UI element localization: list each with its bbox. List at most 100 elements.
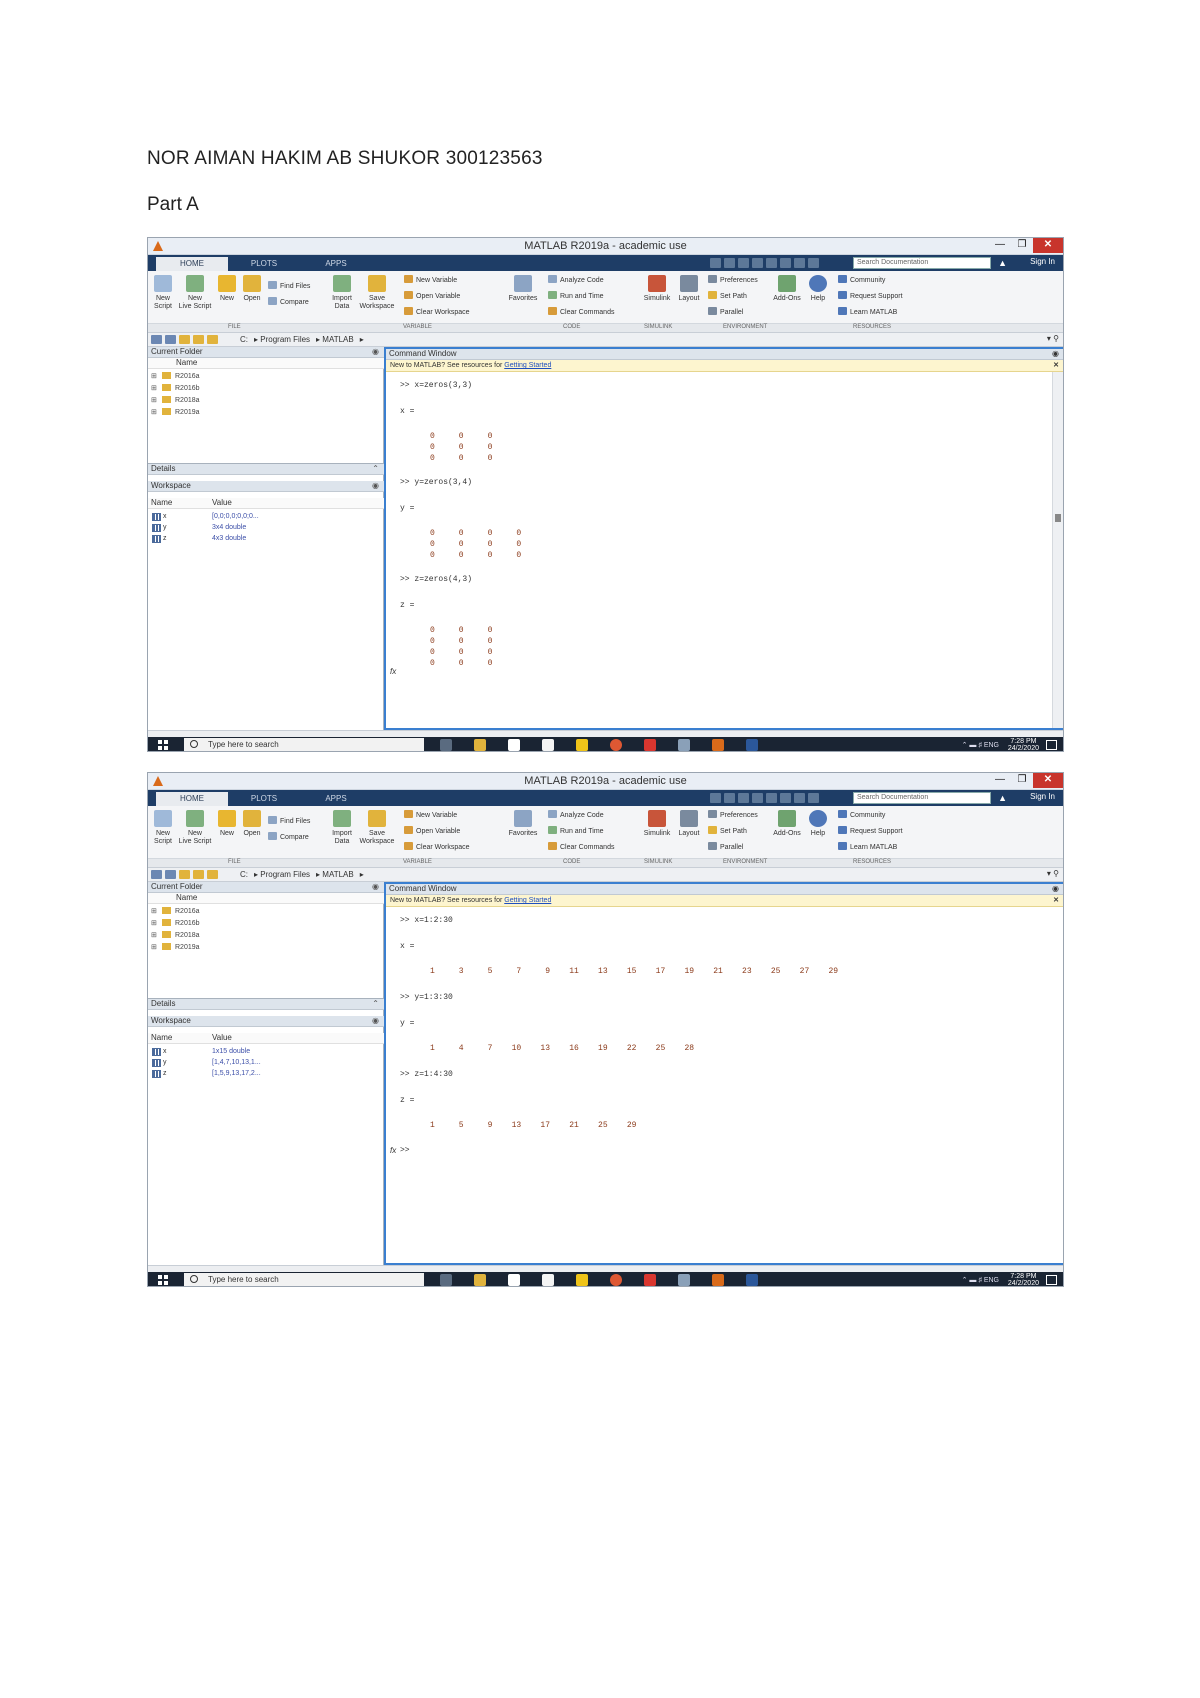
import-data-button[interactable]: Import Data xyxy=(330,810,354,846)
community-button[interactable]: Community xyxy=(838,810,885,820)
value-column-header[interactable]: Value xyxy=(212,498,232,508)
layout-button[interactable]: Layout xyxy=(676,275,702,303)
run-and-time-button[interactable]: Run and Time xyxy=(548,826,604,836)
chrome-icon[interactable] xyxy=(610,1274,622,1286)
notification-center-icon[interactable] xyxy=(1046,740,1057,750)
photos-icon[interactable] xyxy=(678,739,690,751)
set-path-button[interactable]: Set Path xyxy=(708,291,747,301)
close-infobar-icon[interactable]: ✕ xyxy=(1053,895,1059,906)
up-folder-icon[interactable] xyxy=(179,335,190,344)
switch-windows-icon[interactable] xyxy=(794,258,805,268)
clear-workspace-button[interactable]: Clear Workspace xyxy=(404,307,470,317)
acrobat-icon[interactable] xyxy=(644,739,656,751)
analyze-code-button[interactable]: Analyze Code xyxy=(548,275,604,285)
preferences-button[interactable]: Preferences xyxy=(708,810,758,820)
workspace-variable-row[interactable]: x [0,0;0,0;0,0;0... xyxy=(148,511,384,522)
maximize-button[interactable]: ❐ xyxy=(1011,773,1033,788)
forward-icon[interactable] xyxy=(165,870,176,879)
request-support-button[interactable]: Request Support xyxy=(838,826,903,836)
panel-menu-icon[interactable]: ◉ xyxy=(1052,349,1059,359)
save-icon[interactable] xyxy=(710,258,721,268)
command-prompt[interactable]: >> xyxy=(400,1146,410,1155)
undo-icon[interactable] xyxy=(766,793,777,803)
notification-center-icon[interactable] xyxy=(1046,1275,1057,1285)
details-header[interactable]: Details ⌃ xyxy=(148,464,384,475)
getting-started-link[interactable]: Getting Started xyxy=(504,897,551,904)
path-search-icon[interactable]: ▾ ⚲ xyxy=(1047,334,1059,343)
name-column-header[interactable]: Name xyxy=(151,498,172,508)
add-ons-button[interactable]: Add-Ons xyxy=(772,810,802,838)
add-ons-button[interactable]: Add-Ons xyxy=(772,275,802,303)
matlab-taskbar-icon[interactable] xyxy=(712,1274,724,1286)
current-path[interactable]: C: ▸ Program Files ▸ MATLAB ▸ xyxy=(240,870,364,879)
parallel-button[interactable]: Parallel xyxy=(708,842,743,852)
import-data-button[interactable]: Import Data xyxy=(330,275,354,311)
chevron-up-icon[interactable]: ⌃ xyxy=(372,999,379,1009)
minimize-button[interactable]: — xyxy=(989,238,1011,253)
notepad-icon[interactable] xyxy=(542,739,554,751)
task-view-icon[interactable] xyxy=(440,739,452,751)
new-script-button[interactable]: New Script xyxy=(151,810,175,846)
undo-icon[interactable] xyxy=(766,258,777,268)
notification-bell-icon[interactable]: ▲ xyxy=(998,258,1007,268)
clear-commands-button[interactable]: Clear Commands xyxy=(548,842,614,852)
folder-row[interactable]: ⊞ R2019a xyxy=(148,942,200,954)
folder-icon[interactable] xyxy=(207,335,218,344)
folder-row[interactable]: ⊞ R2018a xyxy=(148,930,200,942)
preferences-button[interactable]: Preferences xyxy=(708,275,758,285)
redo-icon[interactable] xyxy=(780,258,791,268)
command-window-scrollbar[interactable] xyxy=(1052,372,1063,728)
taskbar-search-input[interactable]: Type here to search xyxy=(184,738,424,751)
file-explorer-icon[interactable] xyxy=(474,1274,486,1286)
new-live-script-button[interactable]: New Live Script xyxy=(178,810,212,846)
panel-menu-icon[interactable]: ◉ xyxy=(372,882,379,892)
layout-button[interactable]: Layout xyxy=(676,810,702,838)
community-button[interactable]: Community xyxy=(838,275,885,285)
new-variable-button[interactable]: New Variable xyxy=(404,810,457,820)
back-icon[interactable] xyxy=(151,335,162,344)
path-segment[interactable]: MATLAB xyxy=(322,335,353,344)
matlab-taskbar-icon[interactable] xyxy=(712,739,724,751)
folder-row[interactable]: ⊞ R2016b xyxy=(148,383,200,395)
fx-icon[interactable]: fx xyxy=(390,1146,396,1155)
windows-start-icon[interactable] xyxy=(158,740,168,750)
path-segment[interactable]: C: xyxy=(240,870,248,879)
sticky-notes-icon[interactable] xyxy=(576,739,588,751)
new-button[interactable]: New xyxy=(216,810,238,838)
help-icon[interactable] xyxy=(808,793,819,803)
folder-row[interactable]: ⊞ R2016a xyxy=(148,371,200,383)
photos-icon[interactable] xyxy=(678,1274,690,1286)
notification-bell-icon[interactable]: ▲ xyxy=(998,793,1007,803)
redo-icon[interactable] xyxy=(780,793,791,803)
taskbar-clock[interactable]: 7:28 PM 24/2/2020 xyxy=(1008,1273,1039,1286)
open-variable-button[interactable]: Open Variable xyxy=(404,826,460,836)
chrome-icon[interactable] xyxy=(610,739,622,751)
save-icon[interactable] xyxy=(710,793,721,803)
panel-menu-icon[interactable]: ◉ xyxy=(372,347,379,357)
switch-windows-icon[interactable] xyxy=(794,793,805,803)
clear-commands-button[interactable]: Clear Commands xyxy=(548,307,614,317)
browse-folder-icon[interactable] xyxy=(193,335,204,344)
getting-started-link[interactable]: Getting Started xyxy=(504,362,551,369)
copy-icon[interactable] xyxy=(738,258,749,268)
search-documentation-input[interactable]: Search Documentation xyxy=(853,257,991,269)
path-segment[interactable]: C: xyxy=(240,335,248,344)
compare-button[interactable]: Compare xyxy=(268,297,309,307)
paste-icon[interactable] xyxy=(752,258,763,268)
analyze-code-button[interactable]: Analyze Code xyxy=(548,810,604,820)
learn-matlab-button[interactable]: Learn MATLAB xyxy=(838,842,897,852)
new-live-script-button[interactable]: New Live Script xyxy=(178,275,212,311)
command-window[interactable]: Command Window ◉ New to MATLAB? See resou… xyxy=(384,882,1063,1265)
chevron-up-icon[interactable]: ⌃ xyxy=(372,464,379,474)
name-column-header[interactable]: Name xyxy=(151,1033,172,1043)
save-workspace-button[interactable]: Save Workspace xyxy=(358,275,396,311)
browse-folder-icon[interactable] xyxy=(193,870,204,879)
back-icon[interactable] xyxy=(151,870,162,879)
open-button[interactable]: Open xyxy=(241,810,263,838)
forward-icon[interactable] xyxy=(165,335,176,344)
cut-icon[interactable] xyxy=(724,793,735,803)
tab-plots[interactable]: PLOTS xyxy=(228,257,300,271)
request-support-button[interactable]: Request Support xyxy=(838,291,903,301)
tab-plots[interactable]: PLOTS xyxy=(228,792,300,806)
sign-in-link[interactable]: Sign In xyxy=(1030,792,1055,801)
